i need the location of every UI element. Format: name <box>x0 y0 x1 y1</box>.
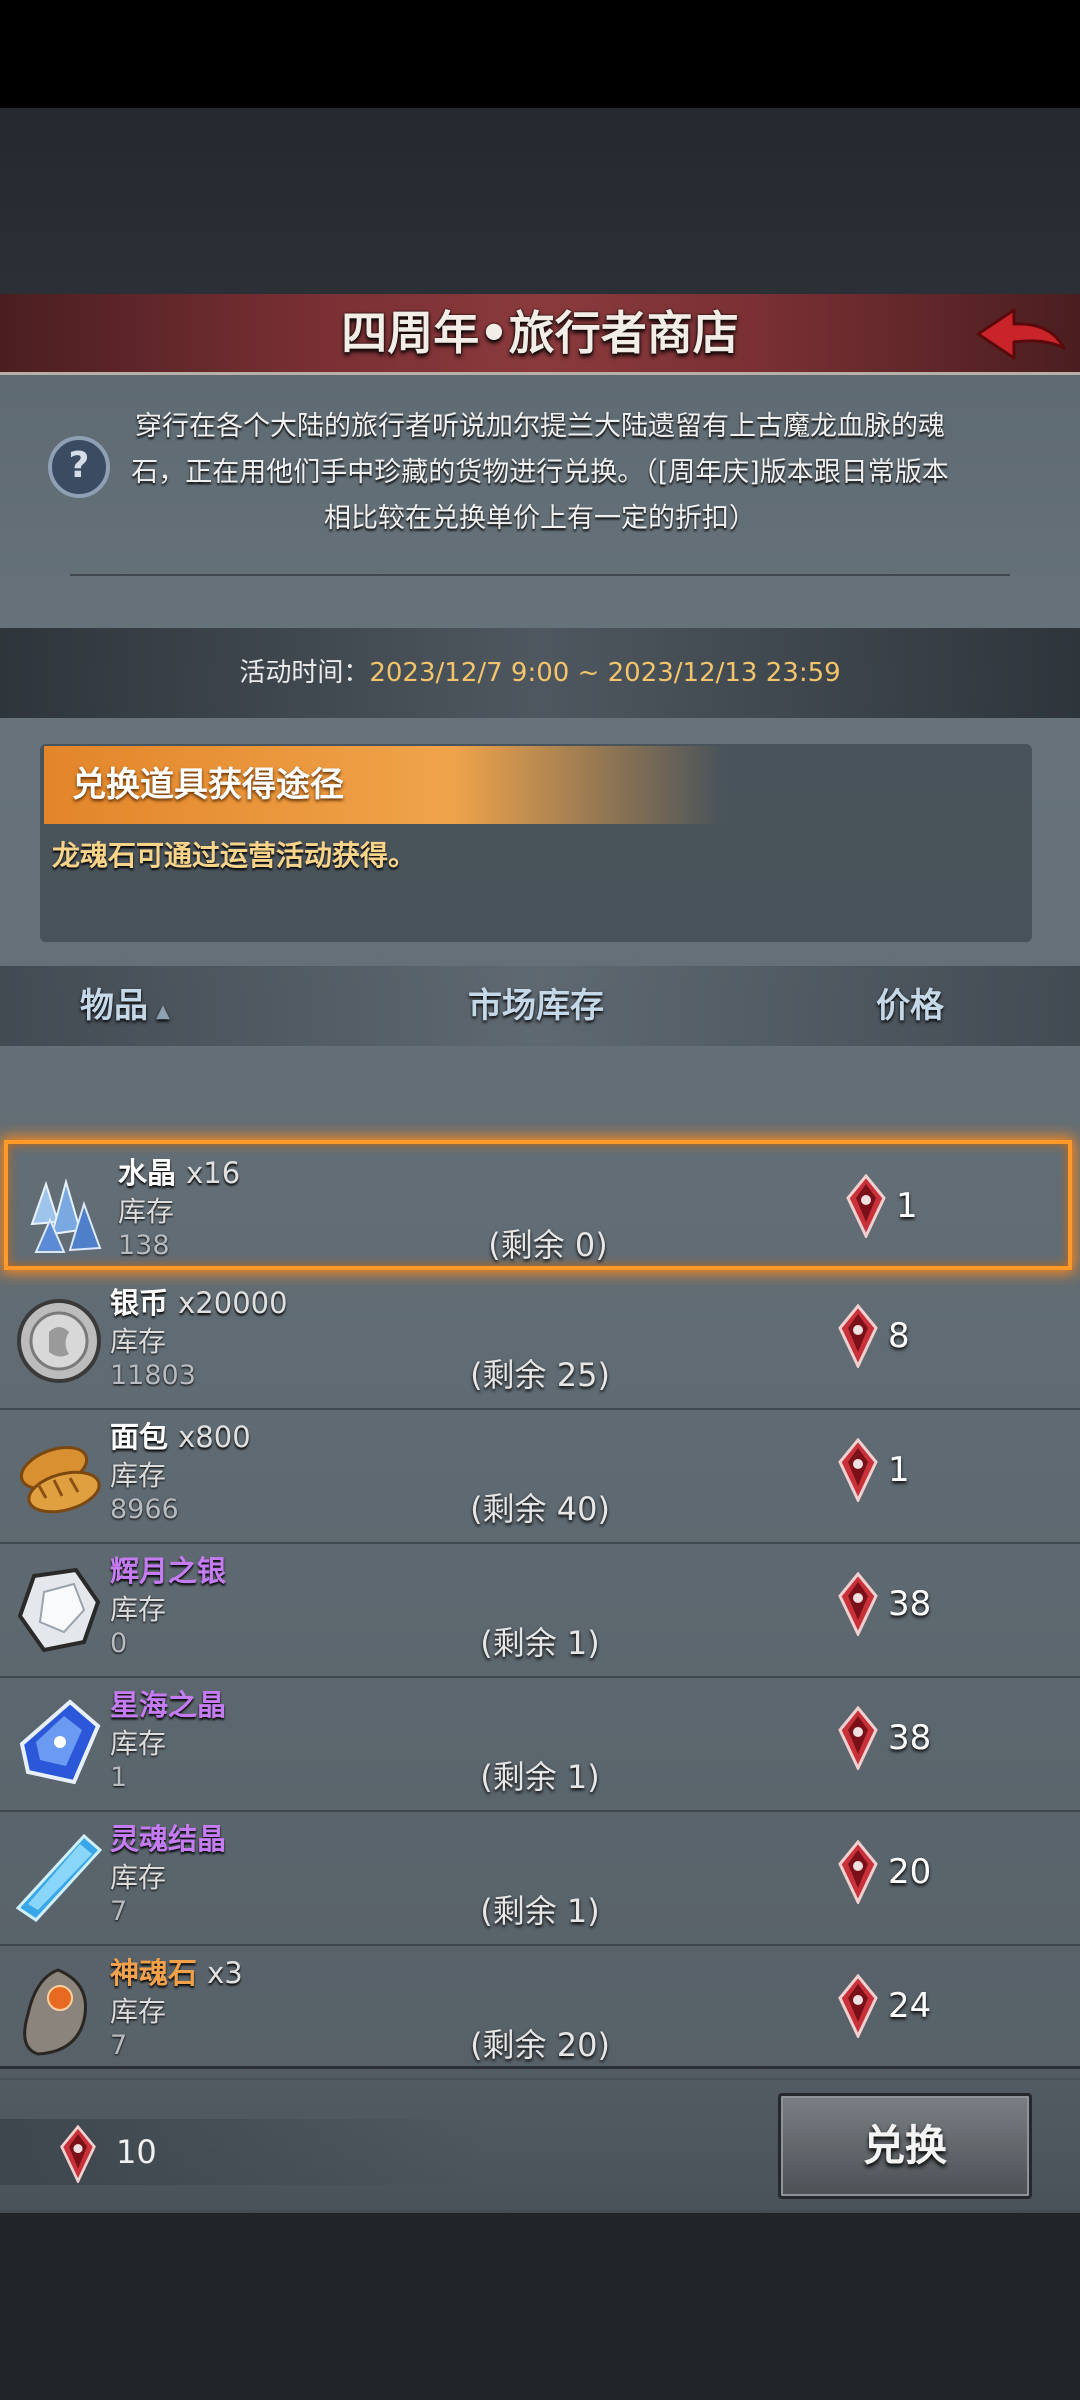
divider <box>70 574 1010 576</box>
stock-label: 库存 <box>110 1325 167 1358</box>
background-top <box>0 108 1080 294</box>
stock-label: 库存 <box>110 1593 167 1626</box>
item-price: 1 <box>836 1438 996 1502</box>
item-name: 灵魂结晶 <box>110 1822 227 1856</box>
question-icon: ? <box>68 445 90 486</box>
price-value: 38 <box>888 1584 932 1624</box>
price-value: 38 <box>888 1718 932 1758</box>
source-text: 龙魂石可通过运营活动获得。 <box>52 839 417 872</box>
item-price: 38 <box>836 1572 996 1636</box>
page-title: 四周年•旅行者商店 <box>341 306 739 360</box>
item-quantity: x16 <box>186 1156 241 1190</box>
item-price: 1 <box>844 1174 1004 1238</box>
column-market-stock: 市场库存 <box>468 986 604 1026</box>
bread-icon <box>14 1428 104 1522</box>
item-price: 20 <box>836 1840 996 1904</box>
item-price: 8 <box>836 1304 996 1368</box>
stock-label: 库存 <box>110 1861 167 1894</box>
moon-silver-icon <box>14 1562 104 1656</box>
price-value: 20 <box>888 1852 932 1892</box>
stock-value: 7 <box>110 1896 128 1927</box>
dragon-soul-stone-icon <box>838 1304 878 1368</box>
item-name: 神魂石 x3 <box>110 1956 243 1990</box>
crystal-icon <box>22 1164 112 1258</box>
item-quantity: x800 <box>178 1420 251 1454</box>
help-button[interactable]: ? <box>48 436 110 498</box>
status-bar <box>0 0 1080 108</box>
remaining-count: (剩余 25) <box>470 1356 610 1394</box>
column-header: 物品 ▲ 市场库存 价格 <box>0 966 1080 1046</box>
item-name: 水晶 x16 <box>118 1156 241 1190</box>
dragon-soul-stone-icon <box>60 2125 96 2183</box>
item-row[interactable]: 面包 x800 库存 8966 (剩余 40) 1 <box>0 1408 1080 1544</box>
item-row[interactable]: 辉月之银 库存 0 (剩余 1) 38 <box>0 1542 1080 1678</box>
dragon-soul-stone-icon <box>838 1438 878 1502</box>
stock-label: 库存 <box>118 1195 175 1228</box>
stock-label: 库存 <box>110 1995 167 2028</box>
silver-coin-icon <box>14 1294 104 1388</box>
exchange-button[interactable]: 兑换 <box>778 2093 1032 2199</box>
stock-value: 138 <box>118 1230 170 1261</box>
back-button[interactable] <box>970 304 1070 364</box>
price-value: 24 <box>888 1986 932 2026</box>
price-value: 8 <box>888 1316 910 1356</box>
background-bottom <box>0 2210 1080 2400</box>
source-heading-bar: 兑换道具获得途径 <box>44 746 724 824</box>
divine-soul-stone-icon <box>14 1964 104 2058</box>
remaining-count: (剩余 1) <box>480 1758 600 1796</box>
item-name: 银币 x20000 <box>110 1286 288 1320</box>
dragon-soul-stone-icon <box>838 1974 878 2038</box>
dragon-soul-stone-icon <box>846 1174 886 1238</box>
source-heading: 兑换道具获得途径 <box>72 765 344 805</box>
column-item[interactable]: 物品 ▲ <box>80 966 170 1052</box>
footer-bar: 10 兑换 <box>0 2066 1080 2213</box>
item-name: 辉月之银 <box>110 1554 227 1588</box>
remaining-count: (剩余 1) <box>480 1624 600 1662</box>
stock-label: 库存 <box>110 1727 167 1760</box>
currency-balance: 10 <box>0 2119 480 2185</box>
soul-crystal-icon <box>14 1830 104 1924</box>
item-row[interactable]: 水晶 x16 库存 138 (剩余 0) 1 <box>4 1140 1072 1270</box>
stock-value: 11803 <box>110 1360 196 1391</box>
dragon-soul-stone-icon <box>838 1840 878 1904</box>
shop-description: 穿行在各个大陆的旅行者听说加尔提兰大陆遗留有上古魔龙血脉的魂石，正在用他们手中珍… <box>131 411 949 534</box>
remaining-count: (剩余 1) <box>480 1892 600 1930</box>
price-value: 1 <box>896 1186 918 1226</box>
sort-arrow-icon: ▲ <box>156 1001 170 1022</box>
stock-value: 7 <box>110 2030 128 2061</box>
item-row[interactable]: 灵魂结晶 库存 7 (剩余 1) 20 <box>0 1810 1080 1946</box>
column-price: 价格 <box>876 986 944 1026</box>
event-time-value: 2023/12/7 9:00 ~ 2023/12/13 23:59 <box>369 658 841 688</box>
stock-value: 0 <box>110 1628 128 1659</box>
item-row[interactable]: 星海之晶 库存 1 (剩余 1) 38 <box>0 1676 1080 1812</box>
stock-value: 8966 <box>110 1494 179 1525</box>
dragon-soul-stone-icon <box>838 1572 878 1636</box>
shop-header: 四周年•旅行者商店 <box>0 294 1080 375</box>
item-quantity: x20000 <box>178 1286 288 1320</box>
item-price: 38 <box>836 1706 996 1770</box>
item-row[interactable]: 神魂石 x3 库存 7 (剩余 20) 24 <box>0 1944 1080 2080</box>
dragon-soul-stone-icon <box>838 1706 878 1770</box>
stock-value: 1 <box>110 1762 128 1793</box>
price-value: 1 <box>888 1450 910 1490</box>
star-sea-crystal-icon <box>14 1696 104 1790</box>
remaining-count: (剩余 40) <box>470 1490 610 1528</box>
event-time-bar: 活动时间：2023/12/7 9:00 ~ 2023/12/13 23:59 <box>0 628 1080 718</box>
balance-value: 10 <box>116 2133 157 2171</box>
item-price: 24 <box>836 1974 996 2038</box>
stock-label: 库存 <box>110 1459 167 1492</box>
item-quantity: x3 <box>207 1956 243 1990</box>
event-time-label: 活动时间： <box>239 658 370 688</box>
remaining-count: (剩余 0) <box>488 1226 608 1264</box>
item-name: 星海之晶 <box>110 1688 227 1722</box>
remaining-count: (剩余 20) <box>470 2026 610 2064</box>
item-name: 面包 x800 <box>110 1420 251 1454</box>
back-arrow-icon <box>976 308 1066 360</box>
item-row[interactable]: 银币 x20000 库存 11803 (剩余 25) 8 <box>0 1274 1080 1410</box>
